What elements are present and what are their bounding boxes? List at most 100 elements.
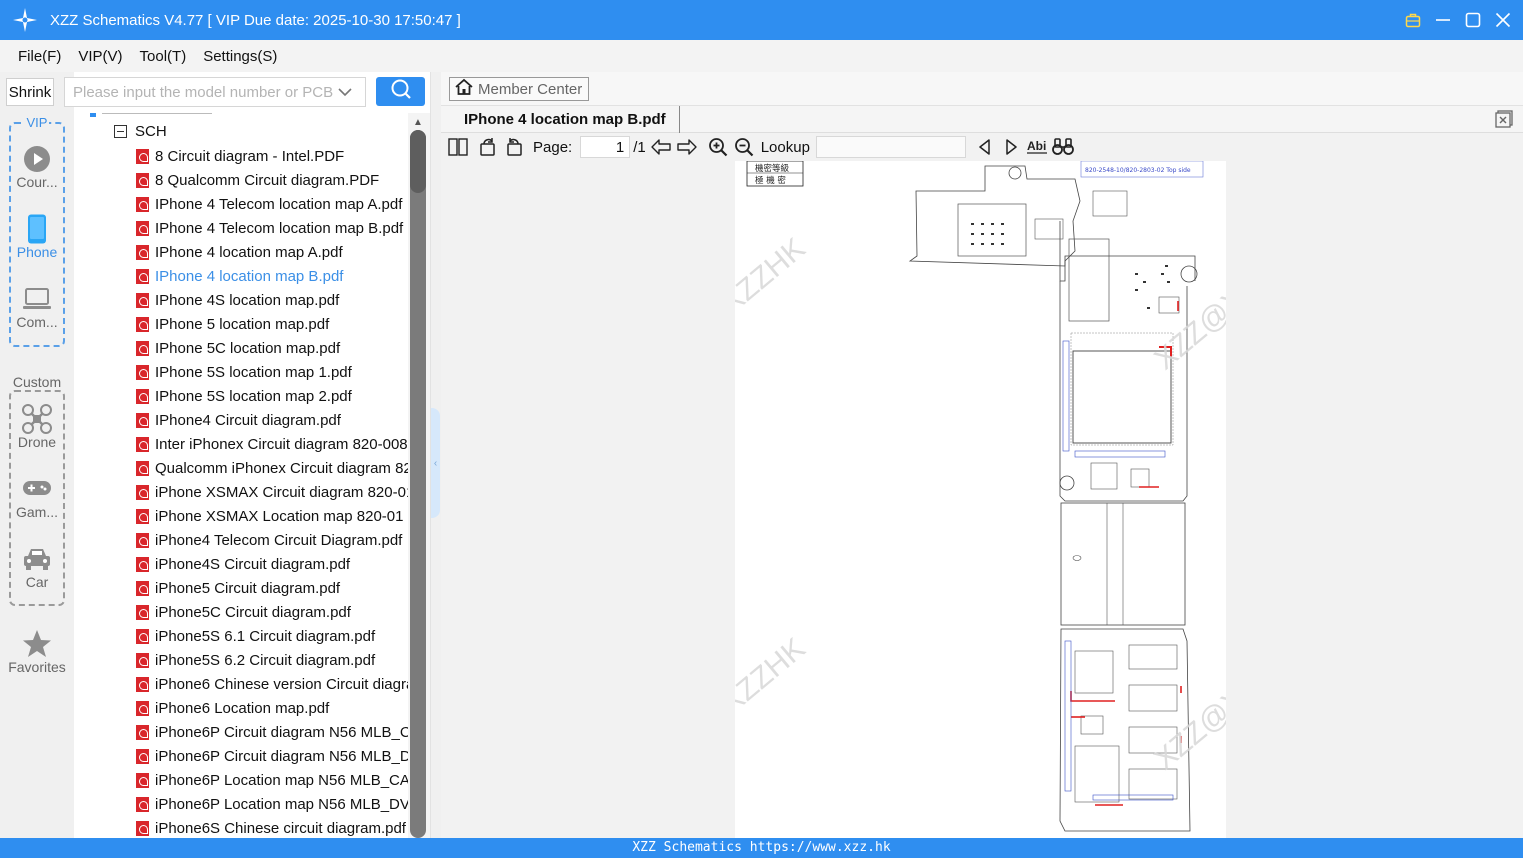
collapse-pane-handle[interactable]: ‹ [431,408,440,518]
vip-group-label: VIP [24,115,50,130]
file-item[interactable]: IPhone 4S location map.pdf [136,288,408,312]
rail-item-games[interactable]: Gam... [0,474,74,520]
file-item[interactable]: iPhone6P Circuit diagram N56 MLB_D [136,744,408,768]
rail-item-favorites[interactable]: Favorites [0,629,74,675]
file-item-label: iPhone5S 6.1 Circuit diagram.pdf [155,627,376,645]
tree-folder-sch[interactable]: SCH [114,123,167,140]
page-number-input[interactable]: 1 [580,136,631,158]
file-item[interactable]: IPhone 5C location map.pdf [136,336,408,360]
file-item[interactable]: IPhone 4 Telecom location map B.pdf [136,216,408,240]
collapse-icon[interactable] [114,125,127,138]
file-item[interactable]: IPhone4 Circuit diagram.pdf [136,408,408,432]
file-item-label: IPhone 5S location map 2.pdf [155,387,352,405]
pdf-viewport[interactable]: 機密等級 極 機 密 820-2548-10/820-2803-02 Top s… [441,161,1523,838]
menu-tool[interactable]: Tool(T) [140,48,187,65]
file-item-label: IPhone 5S location map 1.pdf [155,363,352,381]
scroll-up-icon[interactable]: ▲ [413,117,423,128]
rail-item-car[interactable]: Car [0,544,74,590]
file-item[interactable]: iPhone5S 6.1 Circuit diagram.pdf [136,624,408,648]
file-item[interactable]: iPhone6 Location map.pdf [136,696,408,720]
file-item[interactable]: iPhone6S Chinese circuit diagram.pdf [136,816,408,838]
file-item[interactable]: Inter iPhonex Circuit diagram 820-00813 [136,432,408,456]
svg-text:Abi: Abi [1027,139,1046,153]
file-item-label: iPhone5S 6.2 Circuit diagram.pdf [155,651,376,669]
file-item[interactable]: IPhone 5 location map.pdf [136,312,408,336]
zoom-out-icon[interactable] [733,136,755,158]
tree-scrollbar[interactable]: ▲ [408,113,430,838]
pdf-file-icon [136,652,149,668]
zoom-in-icon[interactable] [707,136,729,158]
rail-item-computer[interactable]: Com... [0,284,74,330]
scrollbar-thumb[interactable] [410,130,426,193]
file-item[interactable]: iPhone4 Telecom Circuit Diagram.pdf [136,528,408,552]
window-title: XZZ Schematics V4.77 [ VIP Due date: 202… [50,11,461,29]
shrink-button[interactable]: Shrink [6,78,54,106]
previous-page-icon[interactable] [650,136,672,158]
gamepad-icon [0,474,74,504]
menu-settings[interactable]: Settings(S) [203,48,277,65]
file-item-label: iPhone6P Circuit diagram N56 MLB_C [155,723,408,741]
match-case-icon[interactable]: Abi [1026,136,1048,158]
pdf-file-icon [136,820,149,836]
file-item[interactable]: iPhone6P Location map N56 MLB_DV [136,792,408,816]
file-item[interactable]: iPhone5S 6.2 Circuit diagram.pdf [136,648,408,672]
rail-item-drone[interactable]: Drone [0,404,74,450]
pdf-file-icon [136,364,149,380]
file-item[interactable]: IPhone 5S location map 2.pdf [136,384,408,408]
file-item[interactable]: iPhone5C Circuit diagram.pdf [136,600,408,624]
scrollbar-track [410,130,426,838]
file-item[interactable]: IPhone 4 location map B.pdf [136,264,408,288]
menu-file[interactable]: File(F) [18,48,61,65]
find-binoculars-icon[interactable] [1052,136,1074,158]
tab-document[interactable]: IPhone 4 location map B.pdf [449,106,680,133]
pane-splitter[interactable]: ‹ [430,72,441,838]
file-item[interactable]: 8 Circuit diagram - Intel.PDF [136,144,408,168]
rotate-right-icon[interactable] [503,136,525,158]
pdf-file-icon [136,676,149,692]
menu-vip[interactable]: VIP(V) [78,48,122,65]
search-button[interactable] [376,77,425,106]
file-item[interactable]: Qualcomm iPhonex Circuit diagram 820-0 [136,456,408,480]
tree-folder-label: SCH [135,123,167,140]
maximize-button[interactable] [1465,12,1481,28]
pdf-file-icon [136,556,149,572]
rail-item-phone[interactable]: Phone [0,214,74,260]
file-item[interactable]: IPhone 4 Telecom location map A.pdf [136,192,408,216]
file-item[interactable]: iPhone5 Circuit diagram.pdf [136,576,408,600]
star-icon [0,629,74,659]
briefcase-icon[interactable] [1405,12,1421,28]
file-item[interactable]: iPhone XSMAX Location map 820-01 [136,504,408,528]
two-page-view-icon[interactable] [447,136,469,158]
file-item[interactable]: IPhone 5S location map 1.pdf [136,360,408,384]
file-item-label: IPhone 4 Telecom location map B.pdf [155,219,404,237]
pdf-file-icon [136,484,149,500]
close-button[interactable] [1495,12,1511,28]
file-item-label: iPhone4S Circuit diagram.pdf [155,555,351,573]
file-item[interactable]: iPhone6P Circuit diagram N56 MLB_C [136,720,408,744]
close-all-tabs-icon[interactable] [1495,110,1513,128]
watermark-text: XZZ@XZZHK [735,232,812,376]
file-item[interactable]: iPhone6 Chinese version Circuit diagram [136,672,408,696]
model-search-combobox[interactable] [64,77,366,107]
find-next-icon[interactable] [1000,136,1022,158]
file-item[interactable]: iPhone4S Circuit diagram.pdf [136,552,408,576]
pdf-file-icon [136,388,149,404]
file-item[interactable]: IPhone 4 location map A.pdf [136,240,408,264]
category-rail: Shrink VIP Cour... Phone Com... Custom D… [0,72,74,838]
file-item[interactable]: iPhone6P Location map N56 MLB_CA [136,768,408,792]
rail-item-courses[interactable]: Cour... [0,144,74,190]
member-center-button[interactable]: Member Center [449,77,590,101]
search-input[interactable] [65,79,335,105]
pdf-file-icon [136,412,149,428]
home-icon [454,78,474,100]
minimize-button[interactable] [1435,12,1451,28]
rotate-left-icon[interactable] [477,136,499,158]
find-previous-icon[interactable] [974,136,996,158]
chevron-down-icon[interactable] [335,87,355,97]
title-bar: XZZ Schematics V4.77 [ VIP Due date: 202… [0,0,1523,40]
lookup-input[interactable] [815,136,966,158]
file-item[interactable]: 8 Qualcomm Circuit diagram.PDF [136,168,408,192]
next-page-icon[interactable] [676,136,698,158]
file-item[interactable]: iPhone XSMAX Circuit diagram 820-01 [136,480,408,504]
pdf-file-icon [136,292,149,308]
